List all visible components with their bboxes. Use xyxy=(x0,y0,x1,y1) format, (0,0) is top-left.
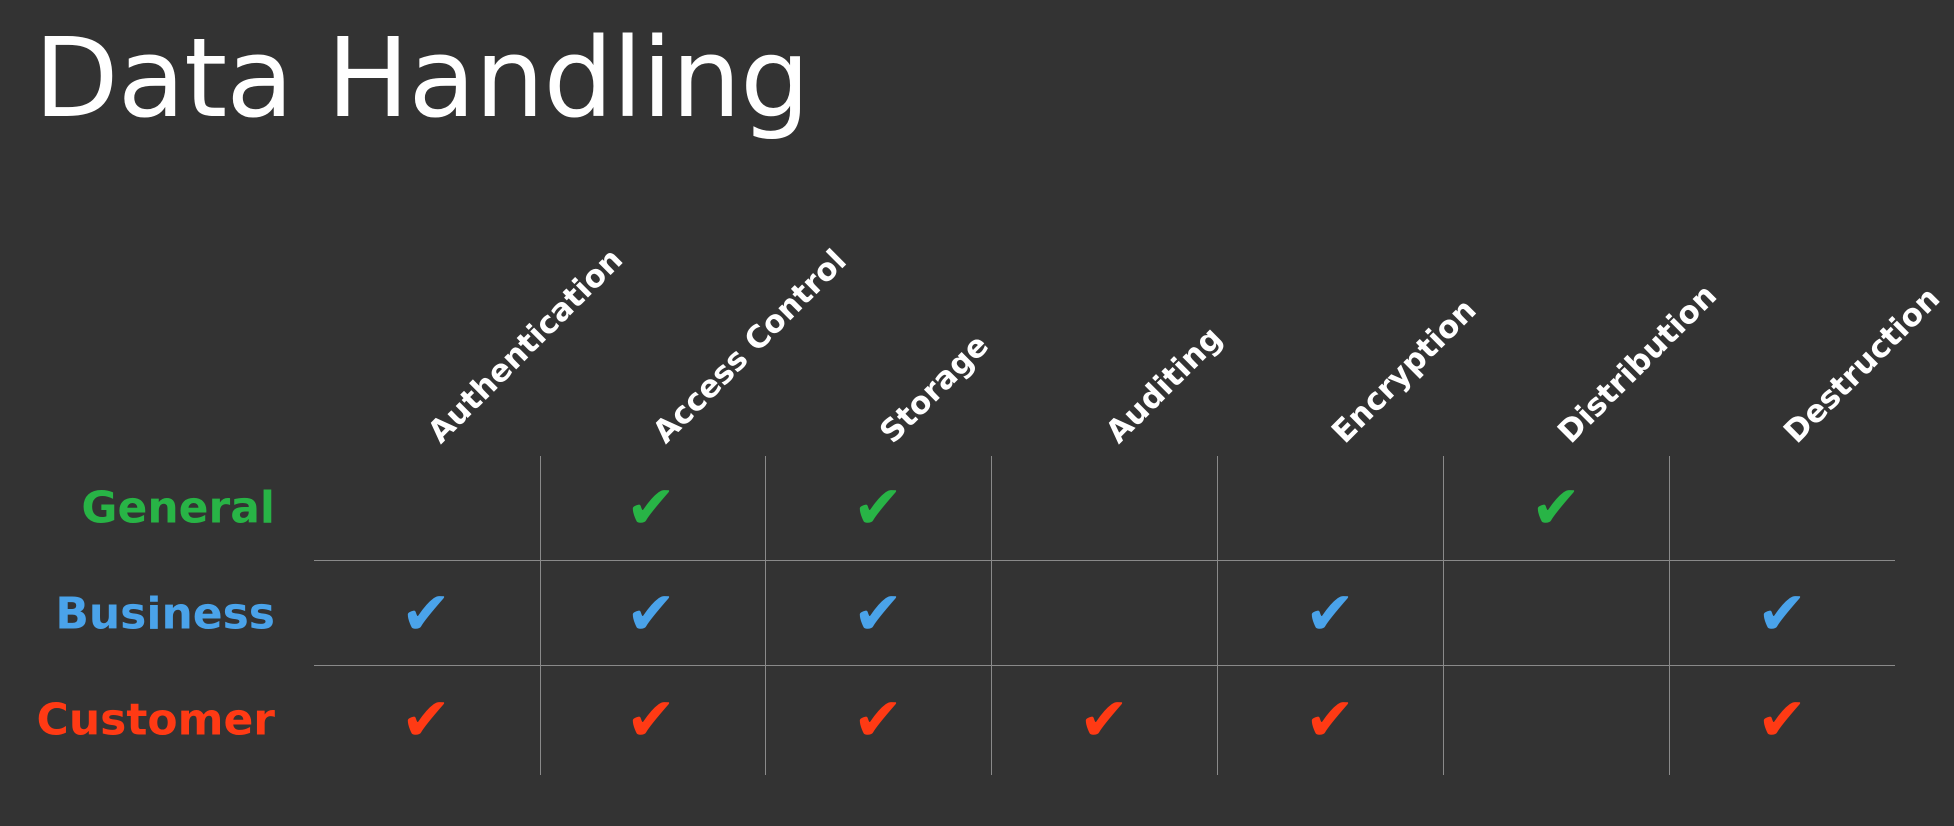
check-icon: ✔ xyxy=(1304,685,1356,755)
column-header-storage: Storage xyxy=(873,327,996,451)
column-header-authentication: Authentication xyxy=(421,241,631,451)
grid-divider-vertical xyxy=(1217,456,1218,775)
check-icon: ✔ xyxy=(625,685,677,755)
check-icon: ✔ xyxy=(625,473,677,543)
grid-divider-vertical xyxy=(540,456,541,775)
column-header-distribution: Distribution xyxy=(1551,277,1724,451)
check-icon: ✔ xyxy=(1078,685,1130,755)
grid-divider-vertical xyxy=(1443,456,1444,775)
check-icon: ✔ xyxy=(1530,473,1582,543)
grid-divider-horizontal xyxy=(314,665,1895,666)
page-title: Data Handling xyxy=(34,14,810,142)
check-icon: ✔ xyxy=(400,579,452,649)
grid-divider-vertical xyxy=(991,456,992,775)
check-icon: ✔ xyxy=(1756,579,1808,649)
column-header-auditing: Auditing xyxy=(1099,319,1230,451)
row-label-customer: Customer xyxy=(36,694,275,746)
check-icon: ✔ xyxy=(1756,685,1808,755)
grid-divider-horizontal xyxy=(314,560,1895,561)
check-icon: ✔ xyxy=(852,473,904,543)
row-label-general: General xyxy=(81,482,275,534)
grid-divider-vertical xyxy=(1669,456,1670,775)
check-icon: ✔ xyxy=(625,579,677,649)
row-label-business: Business xyxy=(55,588,275,640)
check-icon: ✔ xyxy=(400,685,452,755)
grid-divider-vertical xyxy=(765,456,766,775)
column-header-destruction: Destruction xyxy=(1777,280,1948,451)
column-header-encryption: Encryption xyxy=(1325,291,1484,451)
check-icon: ✔ xyxy=(852,579,904,649)
column-header-access-control: Access Control xyxy=(646,242,854,451)
check-icon: ✔ xyxy=(852,685,904,755)
check-icon: ✔ xyxy=(1304,579,1356,649)
